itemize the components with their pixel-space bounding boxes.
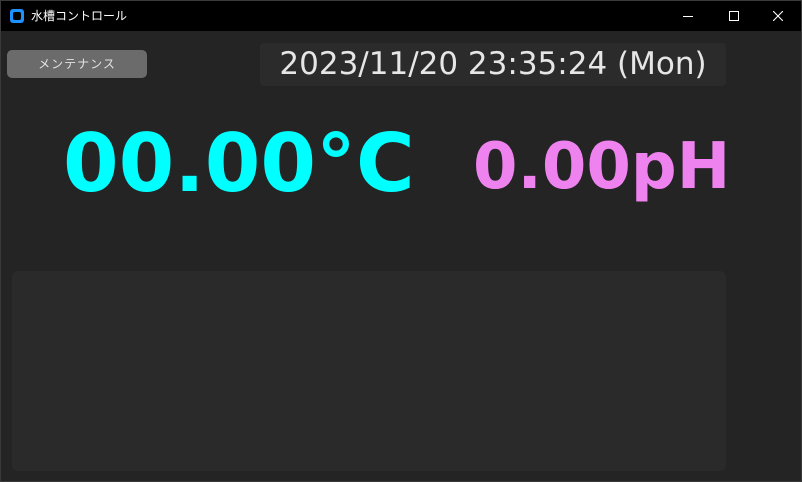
close-icon [773, 11, 783, 21]
minimize-icon [683, 16, 693, 17]
datetime-panel: 2023/11/20 23:35:24 (Mon) [260, 43, 726, 86]
temperature-reading: 00.00°C [63, 117, 415, 210]
maintenance-button[interactable]: メンテナンス [7, 50, 147, 78]
app-icon [10, 9, 24, 23]
maximize-icon [729, 11, 739, 21]
content-panel [12, 271, 726, 471]
maximize-button[interactable] [711, 1, 757, 31]
close-button[interactable] [755, 1, 801, 31]
ph-reading: 0.00pH [473, 130, 731, 204]
title-bar[interactable]: 水槽コントロール [1, 1, 801, 31]
app-window: 水槽コントロール メンテナンス 2023/11/20 23:35:24 (Mon… [0, 0, 802, 482]
window-title: 水槽コントロール [31, 9, 128, 23]
datetime-display: 2023/11/20 23:35:24 (Mon) [279, 46, 707, 82]
minimize-button[interactable] [665, 1, 711, 31]
